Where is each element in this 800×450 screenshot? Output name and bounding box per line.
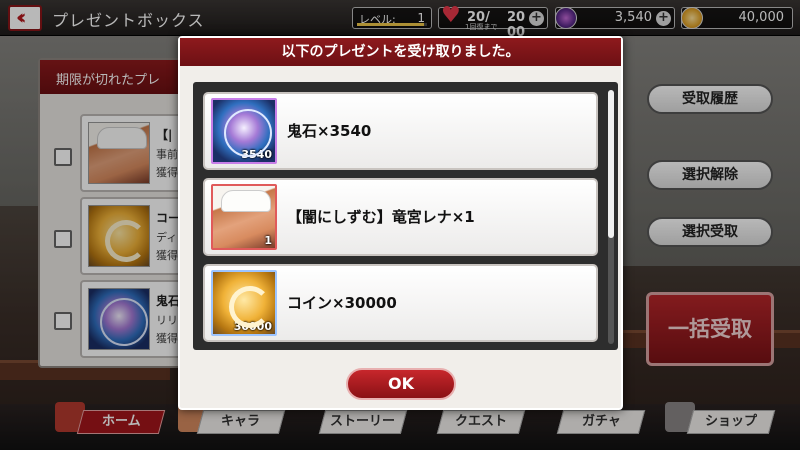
received-items-list[interactable]: 3540 鬼石×3540 1 【闇にしずむ】竜宮レナ×1 30000 コイン×3…	[193, 82, 618, 350]
item-label: 鬼石×3540	[287, 122, 372, 140]
received-items-viewport: 3540 鬼石×3540 1 【闇にしずむ】竜宮レナ×1 30000 コイン×3…	[197, 86, 602, 346]
scrollbar-thumb[interactable]	[608, 90, 614, 238]
list-item: 30000 コイン×30000	[203, 264, 598, 342]
item-label: コイン×30000	[287, 294, 397, 312]
scrollbar[interactable]	[608, 90, 614, 344]
character-card-icon: 1	[211, 184, 277, 250]
item-label: 【闇にしずむ】竜宮レナ×1	[287, 208, 475, 226]
oni-stone-icon: 3540	[211, 98, 277, 164]
dialog-title: 以下のプレゼントを受け取りました。	[180, 38, 621, 66]
ok-button[interactable]: OK	[346, 368, 456, 400]
coin-icon: 30000	[211, 270, 277, 336]
received-presents-dialog: 以下のプレゼントを受け取りました。 3540 鬼石×3540 1 【闇にしずむ】…	[178, 36, 623, 410]
item-quantity: 30000	[233, 320, 272, 333]
item-quantity: 3540	[241, 148, 272, 161]
item-quantity: 1	[264, 234, 272, 247]
list-item: 1 【闇にしずむ】竜宮レナ×1	[203, 178, 598, 256]
list-item: 3540 鬼石×3540	[203, 92, 598, 170]
